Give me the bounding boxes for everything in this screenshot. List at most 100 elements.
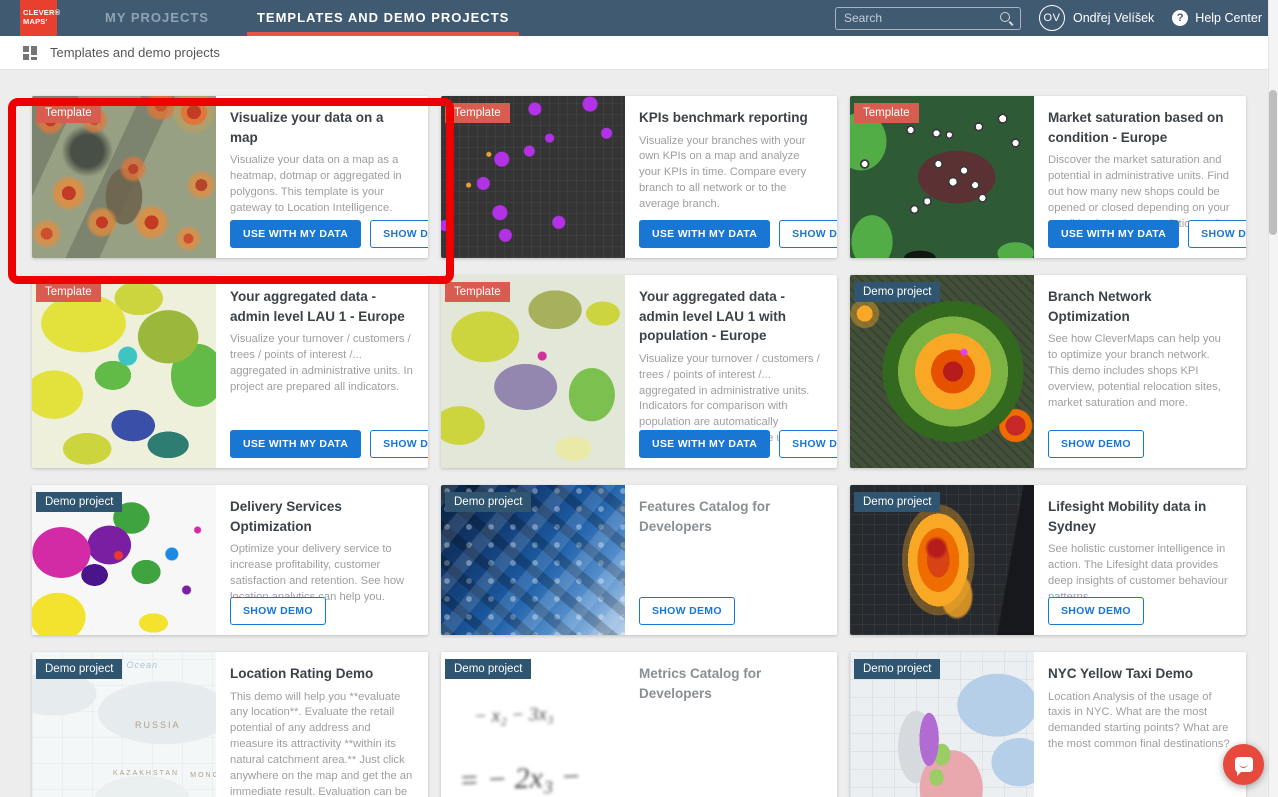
card-kpis-benchmark-reporting[interactable]: Template KPIs benchmark reporting Visual… [441,96,837,258]
show-demo-button[interactable]: SHOW DEMO [779,430,837,458]
search-box[interactable] [835,7,1021,30]
user-name: Ondřej Velíšek [1073,11,1154,25]
template-badge: Template [854,103,919,123]
card-row-4: Demo project Arctic Ocean RUSSIA KAZAKHS… [32,652,1246,797]
card-description: This demo will help you **evaluate any l… [230,690,414,797]
map-label-kazakhstan: KAZAKHSTAN [113,770,179,777]
card-title: Your aggregated data - admin level LAU 1… [230,287,414,326]
scrollbar-track[interactable] [1268,0,1278,797]
chat-widget-button[interactable] [1223,744,1264,785]
card-title: Location Rating Demo [230,664,414,684]
card-actions: SHOW DEMO [1048,430,1144,458]
navbar-right: OV Ondřej Velíšek ? Help Center [835,5,1262,31]
show-demo-button[interactable]: SHOW DEMO [1188,220,1246,248]
search-input[interactable] [844,11,999,25]
help-center-link[interactable]: ? Help Center [1172,10,1262,26]
card-actions: USE WITH MY DATA SHOW DEMO [230,430,428,458]
card-body: Your aggregated data - admin level LAU 1… [625,275,837,468]
grid-icon [23,46,37,60]
card-body: Features Catalog for Developers SHOW DEM… [625,485,837,635]
card-nyc-yellow-taxi-demo[interactable]: Demo project NYC Yellow Taxi Demo Locati… [850,652,1246,797]
card-title: Visualize your data on a map [230,108,414,147]
card-lifesight-mobility-sydney[interactable]: Demo project Lifesight Mobility data in … [850,485,1246,635]
thumbnail-world-map: Demo project Arctic Ocean RUSSIA KAZAKHS… [32,652,216,797]
avatar[interactable]: OV [1039,5,1065,31]
card-delivery-services-optimization[interactable]: Demo project Delivery Services Optimizat… [32,485,428,635]
user-menu[interactable]: OV Ondřej Velíšek [1039,5,1154,31]
thumbnail-satellite-rings-map: Demo project [850,275,1034,468]
card-row-2: Template Your aggregated data - admin le… [32,275,1246,468]
help-icon: ? [1172,10,1188,26]
card-description: Visualize your branches with your own KP… [639,134,823,214]
show-demo-button[interactable]: SHOW DEMO [779,220,837,248]
card-body: Delivery Services Optimization Optimize … [216,485,428,635]
breadcrumb: Templates and demo projects [50,45,220,60]
card-market-saturation-europe[interactable]: Template Market saturation based on cond… [850,96,1246,258]
thumbnail-choropleth-map-2: Template [441,275,625,468]
card-body: KPIs benchmark reporting Visualize your … [625,96,837,258]
template-badge: Template [36,103,101,123]
use-with-my-data-button[interactable]: USE WITH MY DATA [1048,220,1179,248]
card-title: Your aggregated data - admin level LAU 1… [639,287,823,346]
card-branch-network-optimization[interactable]: Demo project Branch Network Optimization… [850,275,1246,468]
use-with-my-data-button[interactable]: USE WITH MY DATA [230,430,361,458]
card-metrics-catalog-developers[interactable]: Demo project − x₂ − 3x₃ = − 2x₃ − Metric… [441,652,837,797]
card-title: KPIs benchmark reporting [639,108,823,128]
thumbnail-nyc-districts-map: Demo project [850,652,1034,797]
thumbnail-math-equations: Demo project − x₂ − 3x₃ = − 2x₃ − [441,652,625,797]
card-visualize-data-on-map[interactable]: Template Visualize your data on a map Vi… [32,96,428,258]
tab-my-projects[interactable]: MY PROJECTS [95,0,219,36]
card-actions: SHOW DEMO [1048,597,1144,625]
tab-templates-and-demo-projects[interactable]: TEMPLATES AND DEMO PROJECTS [247,0,519,36]
thumbnail-green-cluster-map: Template [850,96,1034,258]
thumbnail-delivery-zones-map: Demo project [32,485,216,635]
card-aggregated-data-lau1[interactable]: Template Your aggregated data - admin le… [32,275,428,468]
search-icon[interactable] [999,11,1014,26]
clevermaps-logo[interactable]: CLEVER® MAPS' [20,0,57,36]
card-body: Market saturation based on condition - E… [1034,96,1246,258]
show-demo-button[interactable]: SHOW DEMO [370,220,428,248]
demo-project-badge: Demo project [854,282,940,302]
use-with-my-data-button[interactable]: USE WITH MY DATA [639,220,770,248]
card-grid: Template Visualize your data on a map Vi… [0,70,1278,797]
template-badge: Template [445,282,510,302]
card-actions: USE WITH MY DATA SHOW DEMO [639,220,837,248]
card-body: Location Rating Demo This demo will help… [216,652,428,797]
breadcrumb-bar: Templates and demo projects [0,36,1278,70]
show-demo-button[interactable]: SHOW DEMO [1048,597,1144,625]
card-body: Lifesight Mobility data in Sydney See ho… [1034,485,1246,635]
card-title: Delivery Services Optimization [230,497,414,536]
help-center-label: Help Center [1195,11,1262,25]
show-demo-button[interactable]: SHOW DEMO [230,597,326,625]
map-label-russia: RUSSIA [135,720,181,730]
demo-project-badge: Demo project [36,492,122,512]
show-demo-button[interactable]: SHOW DEMO [639,597,735,625]
logo-line2: MAPS' [23,18,57,27]
card-location-rating-demo[interactable]: Demo project Arctic Ocean RUSSIA KAZAKHS… [32,652,428,797]
card-aggregated-data-lau1-population[interactable]: Template Your aggregated data - admin le… [441,275,837,468]
show-demo-button[interactable]: SHOW DEMO [1048,430,1144,458]
template-badge: Template [36,282,101,302]
use-with-my-data-button[interactable]: USE WITH MY DATA [230,220,361,248]
use-with-my-data-button[interactable]: USE WITH MY DATA [639,430,770,458]
card-actions: SHOW DEMO [639,597,735,625]
demo-project-badge: Demo project [445,492,531,512]
scrollbar-thumb[interactable] [1269,90,1277,235]
card-title: Lifesight Mobility data in Sydney [1048,497,1232,536]
card-actions: USE WITH MY DATA SHOW DEMO [639,430,837,458]
math-equation-line: − x₂ − 3x₃ [474,704,554,729]
card-title: Features Catalog for Developers [639,497,823,536]
card-actions: USE WITH MY DATA SHOW DEMO [230,220,428,248]
card-title: Metrics Catalog for Developers [639,664,823,703]
card-actions: SHOW DEMO [230,597,326,625]
card-features-catalog-developers[interactable]: Demo project Features Catalog for Develo… [441,485,837,635]
card-row-3: Demo project Delivery Services Optimizat… [32,485,1246,635]
demo-project-badge: Demo project [854,492,940,512]
thumbnail-sydney-heat-map: Demo project [850,485,1034,635]
demo-project-badge: Demo project [854,659,940,679]
chat-bubble-icon [1235,757,1253,772]
demo-project-badge: Demo project [445,659,531,679]
card-description: See how CleverMaps can help you to optim… [1048,332,1232,412]
show-demo-button[interactable]: SHOW DEMO [370,430,428,458]
map-label-mongol: MONGOL [190,772,216,779]
